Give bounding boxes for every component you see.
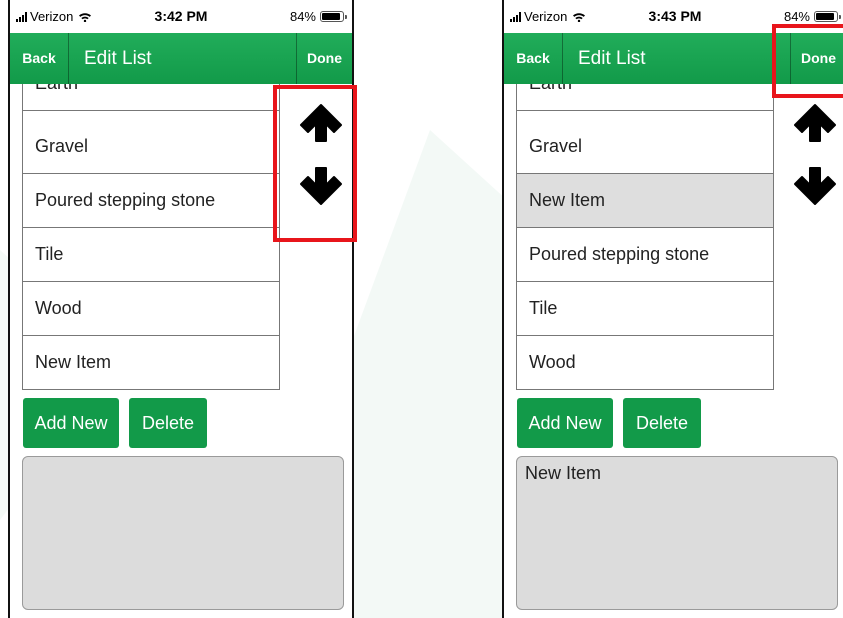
list-item[interactable]: Gravel: [517, 120, 773, 174]
list-item-selected[interactable]: New Item: [517, 174, 773, 228]
add-new-button[interactable]: Add New: [23, 398, 119, 448]
list-item[interactable]: Tile: [23, 228, 279, 282]
list-item[interactable]: Wood: [23, 282, 279, 336]
list-item[interactable]: Poured stepping stone: [23, 174, 279, 228]
list-item[interactable]: Gravel: [23, 120, 279, 174]
item-edit-field[interactable]: New Item: [516, 456, 838, 610]
add-new-button[interactable]: Add New: [517, 398, 613, 448]
move-down-arrow-icon[interactable]: [792, 166, 838, 206]
list-item[interactable]: Earth: [517, 84, 773, 111]
delete-button[interactable]: Delete: [623, 398, 701, 448]
nav-title: Edit List: [84, 48, 152, 69]
battery-icon: [814, 11, 841, 22]
list-item[interactable]: Poured stepping stone: [517, 228, 773, 282]
done-button[interactable]: Done: [296, 33, 352, 84]
item-edit-field[interactable]: [22, 456, 344, 610]
back-button[interactable]: Back: [504, 33, 563, 84]
move-up-arrow-icon[interactable]: [792, 103, 838, 143]
battery-percent: 84%: [783, 9, 810, 24]
delete-button[interactable]: Delete: [129, 398, 207, 448]
highlight-box-done-button: [772, 24, 843, 98]
nav-bar: Back Edit List Done: [10, 33, 352, 84]
back-button[interactable]: Back: [10, 33, 69, 84]
status-bar: Verizon 3:42 PM 84%: [10, 0, 352, 32]
highlight-box-move-arrows: [273, 85, 357, 242]
battery-status: 84%: [289, 9, 347, 24]
battery-icon: [320, 11, 347, 22]
list-item[interactable]: Tile: [517, 282, 773, 336]
list-item[interactable]: New Item: [23, 336, 279, 389]
nav-title: Edit List: [578, 48, 646, 69]
battery-percent: 84%: [289, 9, 316, 24]
item-list[interactable]: Earth Gravel New Item Poured stepping st…: [516, 84, 774, 390]
battery-status: 84%: [783, 9, 841, 24]
list-item[interactable]: Earth: [23, 84, 279, 111]
list-item[interactable]: Wood: [517, 336, 773, 389]
item-list[interactable]: Earth Gravel Poured stepping stone Tile …: [22, 84, 280, 390]
